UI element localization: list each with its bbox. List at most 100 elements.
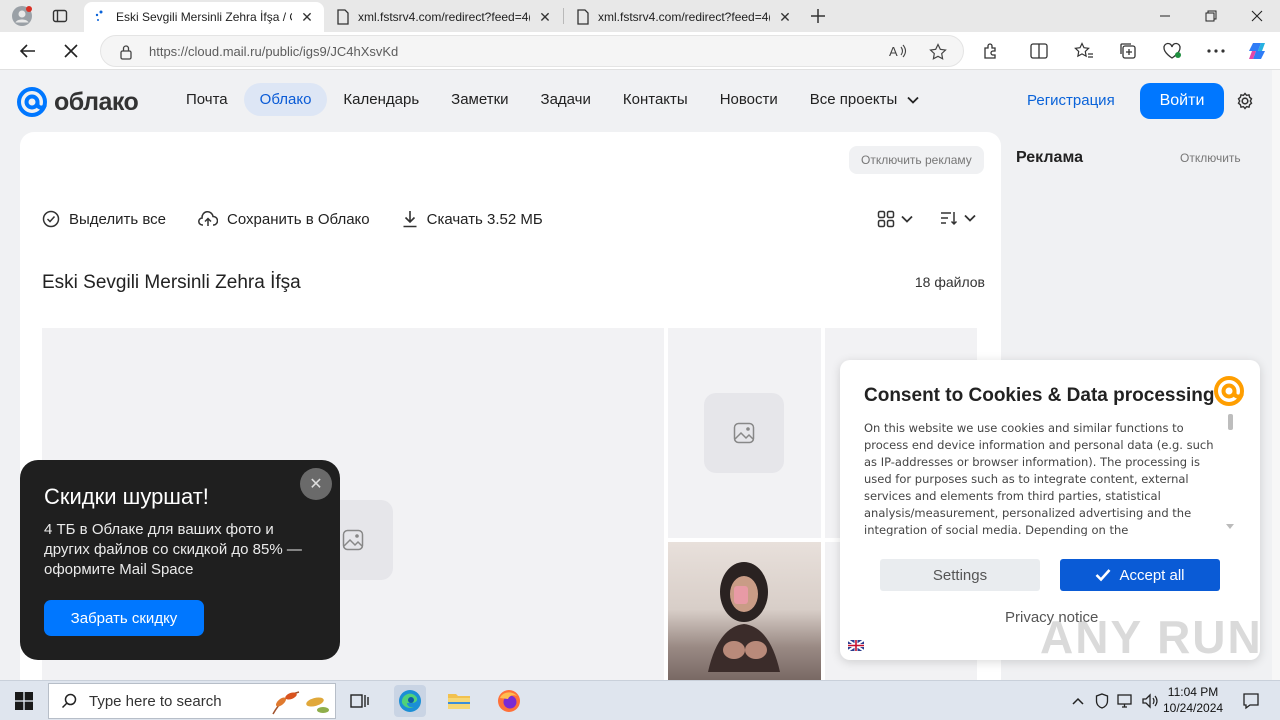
save-to-cloud-label: Сохранить в Облако [227,210,370,228]
download-button[interactable]: Скачать 3.52 МБ [402,210,543,228]
save-to-cloud-button[interactable]: Сохранить в Облако [198,211,370,228]
split-screen-icon[interactable] [1025,37,1053,65]
page-icon [337,9,349,25]
edge-browser-icon[interactable] [394,685,426,717]
select-all-button[interactable]: Выделить все [42,210,166,228]
view-mode-toggle[interactable] [877,210,913,228]
tab-title: xml.fstsrv4.com/redirect?feed=4( [598,10,770,24]
url-text[interactable]: https://cloud.mail.ru/public/igs9/JC4hXs… [149,44,398,59]
consent-scrollbar[interactable] [1228,414,1233,430]
collections-icon[interactable] [1114,37,1142,65]
windows-start-icon[interactable] [8,685,40,717]
top-navigation: Почта Облако Календарь Заметки Задачи Ко… [170,83,935,116]
consent-settings-button[interactable]: Settings [880,559,1040,591]
mail-at-icon [17,87,47,117]
extensions-puzzle-icon[interactable] [977,37,1005,65]
file-toolbar: Выделить все Сохранить в Облако Скачать … [42,210,543,228]
check-circle-icon [42,210,60,228]
lock-icon[interactable] [119,44,133,60]
nav-notes[interactable]: Заметки [435,83,524,116]
sort-toggle[interactable] [940,210,976,226]
disable-ads-button[interactable]: Отключить рекламу [849,146,984,174]
tab-redirect-1[interactable]: xml.fstsrv4.com/redirect?feed=4( ✕ [326,2,562,32]
nav-cloud[interactable]: Облако [243,83,328,116]
back-arrow-icon[interactable] [14,37,42,65]
download-label: Скачать 3.52 МБ [426,210,543,228]
scroll-down-arrow-icon[interactable] [1226,524,1234,529]
show-hidden-icons-icon[interactable] [1067,685,1089,717]
task-view-icon[interactable] [344,685,376,717]
page-icon [577,9,589,25]
new-tab-icon[interactable] [808,6,828,26]
close-tab-icon[interactable]: ✕ [300,9,314,26]
browser-tab-strip: Eski Sevgili Mersinli Zehra İfşa / О ✕ x… [0,0,1280,32]
accept-all-button[interactable]: Accept all [1060,559,1220,591]
grid-view-icon [877,210,895,228]
nav-tasks[interactable]: Задачи [525,83,607,116]
sort-icon [941,212,958,226]
network-icon[interactable] [1115,685,1137,717]
address-bar[interactable]: https://cloud.mail.ru/public/igs9/JC4hXs… [100,35,964,67]
svg-text:A: A [889,44,898,59]
download-icon [403,211,417,228]
browser-essentials-icon[interactable] [1158,37,1186,65]
logo-text: облако [54,87,139,116]
volume-icon[interactable] [1139,685,1161,717]
login-button[interactable]: Войти [1140,83,1224,119]
language-flag-icon[interactable] [848,640,864,651]
restore-button[interactable] [1188,0,1234,32]
read-aloud-icon[interactable]: A [889,43,907,59]
photo-thumbnail[interactable] [668,542,821,680]
promo-close-icon[interactable]: ✕ [300,468,332,500]
tab-title: Eski Sevgili Mersinli Zehra İfşa / О [116,10,292,24]
notifications-icon[interactable] [1235,685,1267,717]
tab-redirect-2[interactable]: xml.fstsrv4.com/redirect?feed=4( ✕ [566,2,802,32]
close-tab-icon[interactable]: ✕ [778,9,792,26]
folder-title: Eski Sevgili Mersinli Zehra İfşa [42,272,301,293]
nav-calendar[interactable]: Календарь [327,83,435,116]
copilot-icon[interactable] [1244,37,1272,65]
favorites-icon[interactable] [1070,37,1098,65]
firefox-icon[interactable] [493,685,525,717]
settings-gear-icon[interactable] [1236,92,1254,110]
cloud-upload-icon [198,211,219,226]
select-all-label: Выделить все [69,210,167,228]
get-discount-button[interactable]: Забрать скидку [44,600,204,636]
chevron-down-icon [901,215,913,223]
security-shield-icon[interactable] [1091,685,1113,717]
file-tile[interactable] [668,328,821,538]
tab-cloud-mail[interactable]: Eski Sevgili Mersinli Zehra İfşa / О ✕ [84,2,324,32]
oblako-logo[interactable]: облако [16,86,139,118]
search-placeholder: Type here to search [89,692,222,710]
nav-contacts[interactable]: Контакты [607,83,704,116]
disable-ad-button[interactable]: Отключить [1168,146,1253,170]
system-clock[interactable]: 11:04 PM 10/24/2024 [1163,684,1223,716]
nav-all-projects-label: Все проекты [809,91,898,108]
clock-time: 11:04 PM [1167,685,1219,699]
checkmark-icon [1096,569,1111,582]
search-icon [61,693,77,709]
file-count: 18 файлов [914,274,985,290]
file-explorer-icon[interactable] [443,685,475,717]
ad-sidebar-title: Реклама [1016,149,1083,166]
more-options-icon[interactable] [1202,37,1230,65]
tab-divider [563,8,564,24]
favorite-star-icon[interactable] [929,43,947,61]
close-window-button[interactable] [1234,0,1280,32]
nav-mail[interactable]: Почта [170,83,244,116]
nav-all-projects[interactable]: Все проекты [794,83,936,116]
image-placeholder-icon [704,393,784,473]
stop-loading-icon[interactable] [57,37,85,65]
minimize-button[interactable] [1142,0,1188,32]
clock-date: 10/24/2024 [1163,701,1224,715]
tab-actions-icon[interactable] [50,6,70,26]
tab-title: xml.fstsrv4.com/redirect?feed=4( [358,10,530,24]
taskbar-search[interactable]: Type here to search [48,683,336,719]
profile-avatar-icon[interactable] [12,6,32,26]
close-tab-icon[interactable]: ✕ [538,9,552,26]
accept-all-label: Accept all [1119,566,1185,584]
mail-at-logo-icon [1212,374,1246,408]
nav-news[interactable]: Новости [704,83,794,116]
page-scrollbar[interactable] [1272,70,1280,680]
register-link[interactable]: Регистрация [1027,92,1115,109]
